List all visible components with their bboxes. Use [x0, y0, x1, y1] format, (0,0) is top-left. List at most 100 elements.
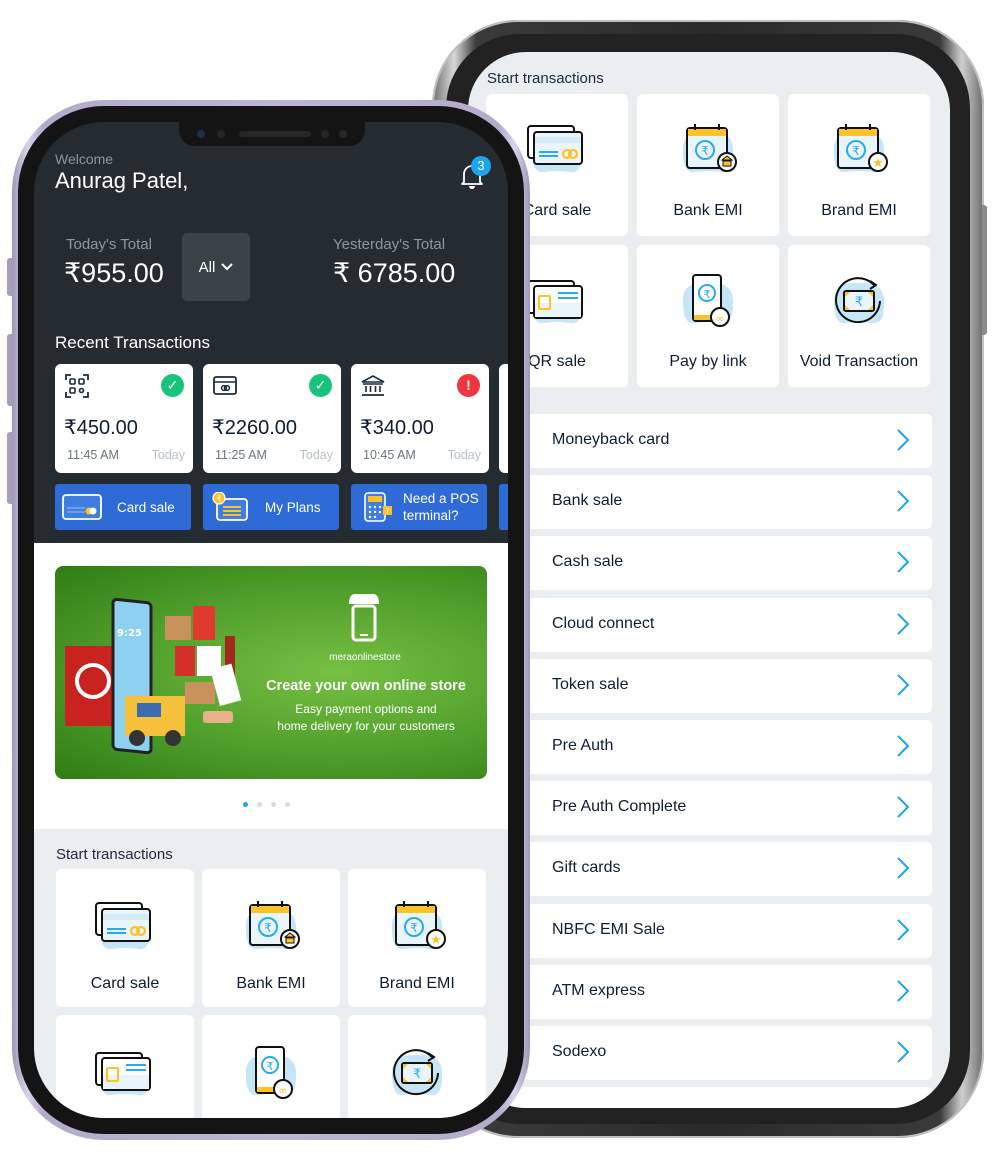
yesterday-total-label: Yesterday's Total	[333, 236, 446, 253]
tile-pay-by-link[interactable]	[202, 1015, 340, 1118]
transaction-amount: ₹340.00	[360, 417, 434, 439]
list-item-pre-auth[interactable]: Pre Auth	[486, 719, 932, 774]
chevron-right-icon	[896, 795, 910, 819]
transaction-day: Today	[299, 448, 333, 462]
transaction-time: 11:45 AM	[67, 448, 119, 462]
promo-section: 9:25 meraonlinestore Create your own onl…	[34, 543, 508, 829]
list-item-cloud-connect[interactable]: Cloud connect	[486, 597, 932, 652]
list-item-pre-auth-complete[interactable]: Pre Auth Complete	[486, 781, 932, 836]
chevron-down-icon	[221, 263, 234, 271]
my-plans-button[interactable]: ₹ My Plans	[203, 484, 339, 530]
qr-sale-icon	[90, 1045, 160, 1107]
recent-transactions-list: ✓ ₹450.00 11:45 AM Today ✓ ₹2260.00 11:2…	[55, 364, 508, 473]
bank-emi-icon	[236, 899, 306, 961]
promo-banner[interactable]: 9:25 meraonlinestore Create your own onl…	[55, 566, 487, 779]
tile-pay-by-link[interactable]: Pay by link	[637, 245, 779, 387]
filter-dropdown[interactable]: All	[182, 233, 250, 301]
list-item-bank-sale[interactable]: Bank sale	[486, 475, 932, 530]
quick-action-label: My Plans	[265, 500, 321, 515]
transactions-screen: Start transactions Card sale Bank EMI Br…	[468, 52, 950, 1108]
carousel-dot[interactable]	[271, 802, 276, 807]
phone-mockup-front: Welcome Anurag Patel, 3 Today's Total ₹9…	[12, 100, 530, 1140]
label-line-2: terminal?	[403, 508, 459, 523]
tile-qr-sale[interactable]	[56, 1015, 194, 1118]
today-total-value: ₹955.00	[64, 258, 164, 288]
svg-text:?: ?	[386, 508, 390, 516]
list-item-gift-cards[interactable]: Gift cards	[486, 842, 932, 897]
void-transaction-icon	[382, 1045, 452, 1107]
pos-terminal-icon: ?	[364, 492, 392, 522]
quick-action-button[interactable]	[499, 484, 508, 530]
need-pos-terminal-button[interactable]: ? Need a POS terminal?	[351, 484, 487, 530]
list-item-cash-sale[interactable]: Cash sale	[486, 536, 932, 591]
list-item[interactable]	[486, 1087, 932, 1108]
carousel-dot-active[interactable]	[243, 802, 248, 807]
list-item-sodexo[interactable]: Sodexo	[486, 1025, 932, 1080]
pay-by-link-icon	[236, 1045, 306, 1107]
tile-brand-emi[interactable]: Brand EMI	[348, 869, 486, 1007]
card-icon	[213, 376, 237, 395]
plans-icon: ₹	[212, 492, 248, 521]
transaction-card[interactable]: ✓ ₹450.00 11:45 AM Today	[55, 364, 193, 473]
bank-icon	[361, 375, 385, 396]
svg-text:₹: ₹	[216, 495, 221, 504]
welcome-label: Welcome	[55, 151, 114, 167]
list-item-label: Gift cards	[552, 859, 621, 877]
start-transactions-title: Start transactions	[56, 846, 173, 863]
success-check-icon: ✓	[309, 374, 332, 397]
transaction-card[interactable]: ✓ ₹2260.00 11:25 AM Today	[203, 364, 341, 473]
start-transactions-title: Start transactions	[487, 70, 604, 87]
banner-brand: meraonlinestore	[329, 652, 401, 663]
tile-label: Card sale	[90, 975, 160, 992]
store-phone-icon	[349, 594, 379, 642]
tile-label: Bank EMI	[236, 975, 306, 992]
tile-label: Brand EMI	[821, 202, 897, 219]
transaction-amount: ₹2260.00	[212, 417, 298, 439]
transaction-type-grid: Card sale Bank EMI Brand EMI	[56, 869, 486, 1118]
card-icon	[62, 494, 102, 520]
svg-text:9:25: 9:25	[117, 628, 142, 639]
brand-emi-icon	[382, 899, 452, 961]
transaction-type-grid: Card sale Bank EMI Brand EMI QR sale Pay…	[486, 94, 932, 387]
today-total-label: Today's Total	[66, 236, 152, 253]
list-item-label: Pre Auth Complete	[552, 798, 687, 816]
list-item-token-sale[interactable]: Token sale	[486, 658, 932, 713]
quick-action-label: Need a POS terminal?	[403, 490, 479, 524]
card-sale-icon	[90, 899, 160, 961]
sensor-dot	[217, 130, 225, 138]
chevron-right-icon	[896, 734, 910, 758]
void-transaction-icon	[824, 273, 894, 335]
brand-emi-icon	[824, 122, 894, 184]
list-item-nbfc-emi-sale[interactable]: NBFC EMI Sale	[486, 903, 932, 958]
transaction-time: 10:45 AM	[363, 448, 416, 462]
qr-scan-icon	[65, 374, 89, 398]
chevron-right-icon	[896, 1040, 910, 1064]
list-item-moneyback-card[interactable]: Moneyback card	[486, 414, 932, 468]
tile-void-transaction[interactable]	[348, 1015, 486, 1118]
label-line-1: Need a POS	[403, 491, 479, 506]
phone-notch	[179, 122, 365, 146]
tile-brand-emi[interactable]: Brand EMI	[788, 94, 930, 236]
carousel-dot[interactable]	[257, 802, 262, 807]
tile-bank-emi[interactable]: Bank EMI	[202, 869, 340, 1007]
tile-card-sale[interactable]: Card sale	[56, 869, 194, 1007]
recent-transactions-title: Recent Transactions	[55, 333, 210, 352]
transaction-card[interactable]: ! ₹340.00 10:45 AM Today	[351, 364, 489, 473]
user-name: Anurag Patel,	[55, 168, 189, 193]
banner-subtext-line-1: Easy payment options and	[295, 702, 437, 716]
transaction-time: 11:25 AM	[215, 448, 267, 462]
card-sale-button[interactable]: Card sale	[55, 484, 191, 530]
banner-headline: Create your own online store	[266, 678, 466, 694]
list-item-atm-express[interactable]: ATM express	[486, 964, 932, 1019]
tile-bank-emi[interactable]: Bank EMI	[637, 94, 779, 236]
sensor-dot	[339, 130, 347, 138]
banner-subtext: Easy payment options and home delivery fo…	[255, 701, 477, 735]
bank-emi-icon	[673, 122, 743, 184]
tile-void-transaction[interactable]: Void Transaction	[788, 245, 930, 387]
card-sale-icon	[522, 122, 592, 184]
transaction-card[interactable]	[499, 364, 508, 473]
filter-label: All	[198, 258, 216, 276]
speaker-grille	[239, 131, 311, 137]
transaction-day: Today	[151, 448, 185, 462]
carousel-dot[interactable]	[285, 802, 290, 807]
